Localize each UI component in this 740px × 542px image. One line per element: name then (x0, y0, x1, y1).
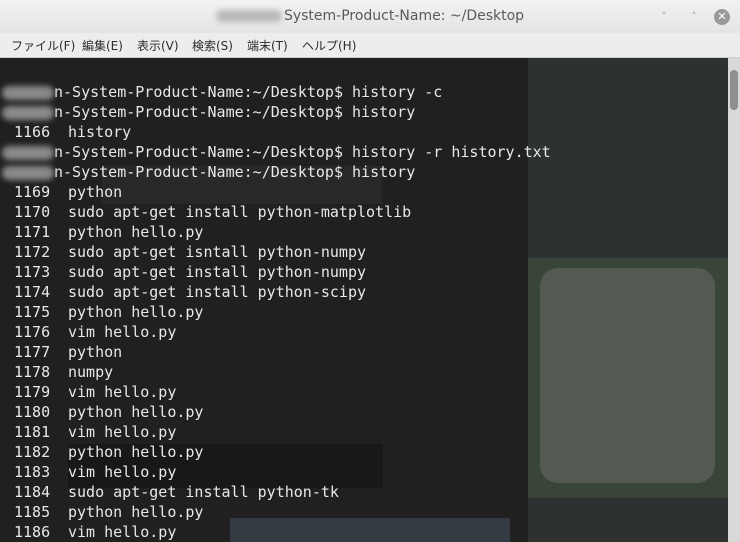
history-command: vim hello.py (68, 463, 177, 481)
history-entry: 1172 sudo apt-get isntall python-numpy (14, 242, 551, 262)
history-entry: 1184 sudo apt-get install python-tk (14, 482, 551, 502)
prompt-text: n-System-Product-Name:~/Desktop$ (54, 143, 343, 161)
prompt-text: n-System-Product-Name:~/Desktop$ (54, 103, 343, 121)
history-number: 1176 (14, 323, 51, 341)
history-command: python hello.py (68, 403, 204, 421)
history-entry: 1170 sudo apt-get install python-matplotl… (14, 202, 551, 222)
vertical-scrollbar[interactable] (728, 58, 740, 542)
history-command: python hello.py (68, 303, 204, 321)
history-entry: 1166 history (14, 122, 551, 142)
history-command: sudo apt-get install python-tk (68, 483, 339, 501)
history-number: 1181 (14, 423, 51, 441)
history-command: python (68, 183, 123, 201)
redacted-username (2, 145, 54, 160)
history-entry: 1176 vim hello.py (14, 322, 551, 342)
history-entry: 1185 python hello.py (14, 502, 551, 522)
history-number: 1173 (14, 263, 51, 281)
terminal-lines: n-System-Product-Name:~/Desktop$ history… (2, 82, 551, 542)
history-command: vim hello.py (68, 323, 177, 341)
menu-file[interactable]: ファイル(F) (11, 37, 75, 54)
history-command: vim hello.py (68, 423, 177, 441)
history-number: 1186 (14, 523, 51, 541)
history-command: sudo apt-get install python-scipy (68, 283, 367, 301)
command-text: history -r history.txt (352, 143, 551, 161)
minimize-button[interactable]: ˅ (656, 9, 672, 25)
history-entry: 1175 python hello.py (14, 302, 551, 322)
history-number: 1172 (14, 243, 51, 261)
history-entry: 1181 vim hello.py (14, 422, 551, 442)
menu-search[interactable]: 検索(S) (192, 37, 233, 54)
history-number: 1180 (14, 403, 51, 421)
menu-terminal[interactable]: 端末(T) (247, 37, 288, 54)
history-command: numpy (68, 363, 114, 381)
terminal-window: System-Product-Name: ~/Desktop ˅ ˄ ✕ ファイ… (0, 0, 740, 542)
prompt-text: n-System-Product-Name:~/Desktop$ (54, 163, 343, 181)
history-number: 1182 (14, 443, 51, 461)
prompt-line: n-System-Product-Name:~/Desktop$ history… (2, 82, 551, 102)
history-command: python hello.py (68, 443, 204, 461)
history-entry: 1183 vim hello.py (14, 462, 551, 482)
history-entry: 1182 python hello.py (14, 442, 551, 462)
title-bar[interactable]: System-Product-Name: ~/Desktop ˅ ˄ ✕ (0, 0, 740, 34)
history-entry: 1180 python hello.py (14, 402, 551, 422)
background-image-highlight (540, 268, 715, 483)
command-text: history (352, 103, 416, 121)
history-command: python hello.py (68, 503, 204, 521)
terminal-output-area[interactable]: n-System-Product-Name:~/Desktop$ history… (0, 58, 728, 542)
close-button[interactable]: ✕ (714, 9, 730, 25)
redacted-username (2, 105, 54, 120)
command-text: history (352, 163, 416, 181)
history-command: sudo apt-get isntall python-numpy (68, 243, 367, 261)
history-number: 1166 (14, 123, 51, 141)
scrollbar-thumb[interactable] (730, 70, 738, 110)
history-entry: 1169 python (14, 182, 551, 202)
history-command: sudo apt-get install python-matplotlib (68, 203, 412, 221)
history-number: 1184 (14, 483, 51, 501)
history-number: 1170 (14, 203, 51, 221)
history-command: python (68, 343, 123, 361)
history-command: sudo apt-get install python-numpy (68, 263, 367, 281)
redacted-username (2, 165, 54, 180)
history-number: 1175 (14, 303, 51, 321)
history-entry: 1178 numpy (14, 362, 551, 382)
history-entry: 1186 vim hello.py (14, 522, 551, 542)
prompt-text: n-System-Product-Name:~/Desktop$ (54, 83, 343, 101)
prompt-line: n-System-Product-Name:~/Desktop$ history (2, 162, 551, 182)
redacted-username (2, 85, 54, 100)
maximize-button[interactable]: ˄ (686, 9, 702, 25)
history-command: vim hello.py (68, 523, 177, 541)
menu-view[interactable]: 表示(V) (137, 37, 179, 54)
history-entry: 1179 vim hello.py (14, 382, 551, 402)
history-command: python hello.py (68, 223, 204, 241)
history-number: 1177 (14, 343, 51, 361)
redacted-hostname (215, 10, 282, 22)
history-entry: 1174 sudo apt-get install python-scipy (14, 282, 551, 302)
window-title: System-Product-Name: ~/Desktop (283, 8, 525, 24)
command-text: history -c (352, 83, 443, 101)
history-number: 1185 (14, 503, 51, 521)
history-number: 1183 (14, 463, 51, 481)
menu-edit[interactable]: 編集(E) (82, 37, 123, 54)
history-number: 1178 (14, 363, 51, 381)
history-number: 1169 (14, 183, 51, 201)
prompt-line: n-System-Product-Name:~/Desktop$ history… (2, 142, 551, 162)
history-command: vim hello.py (68, 383, 177, 401)
prompt-line: n-System-Product-Name:~/Desktop$ history (2, 102, 551, 122)
menu-bar: ファイル(F) 編集(E) 表示(V) 検索(S) 端末(T) ヘルプ(H) (0, 33, 740, 58)
menu-help[interactable]: ヘルプ(H) (302, 37, 356, 54)
history-entry: 1177 python (14, 342, 551, 362)
history-entry: 1173 sudo apt-get install python-numpy (14, 262, 551, 282)
history-number: 1179 (14, 383, 51, 401)
history-number: 1171 (14, 223, 51, 241)
history-number: 1174 (14, 283, 51, 301)
history-entry: 1171 python hello.py (14, 222, 551, 242)
window-title-container: System-Product-Name: ~/Desktop (0, 8, 740, 24)
history-command: history (68, 123, 132, 141)
